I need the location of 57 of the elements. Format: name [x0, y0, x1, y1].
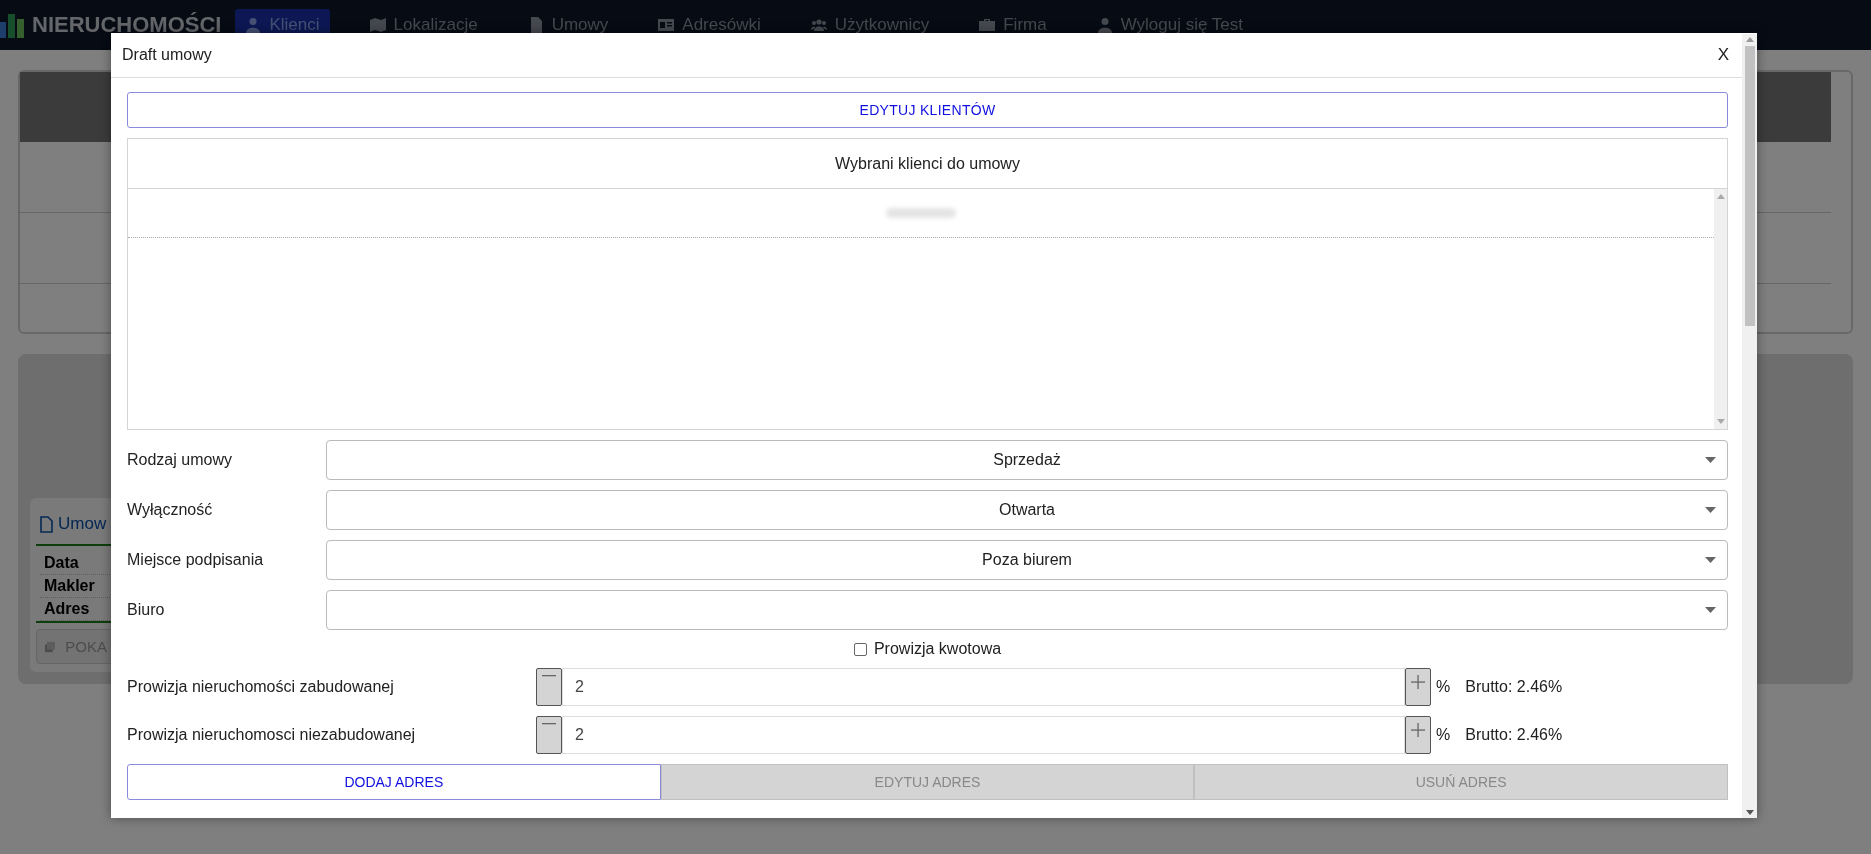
number-input[interactable]: 2	[562, 668, 1405, 706]
blurred-name	[886, 208, 956, 218]
select-field[interactable]: Otwarta	[326, 490, 1728, 530]
nav-link[interactable]: Użytkownicy	[800, 9, 940, 41]
gross-value: Brutto: 2.46%	[1465, 678, 1563, 696]
nav-link[interactable]: Lokalizacje	[359, 9, 488, 41]
caret-icon	[1705, 557, 1716, 563]
minus-icon	[542, 675, 556, 677]
caret-icon	[1705, 457, 1716, 463]
field-label: Miejsce podpisania	[127, 551, 265, 569]
scroll-up-icon[interactable]	[1745, 36, 1754, 42]
scroll-down-icon[interactable]	[1745, 810, 1754, 816]
nav-link[interactable]: Adresówki	[648, 9, 771, 41]
users-icon	[810, 17, 827, 33]
file-icon	[40, 515, 53, 533]
select-field[interactable]	[326, 590, 1728, 630]
field-label: Prowizja nieruchomosci niezabudowanej	[127, 726, 417, 744]
gross-value: Brutto: 2.46%	[1465, 726, 1563, 744]
checkbox[interactable]	[853, 642, 867, 656]
nav-link[interactable]: Umowy	[517, 9, 619, 41]
unit-label: %	[1436, 678, 1451, 696]
briefcase-icon	[979, 17, 996, 33]
plus-icon	[1411, 675, 1425, 689]
caret-icon	[1705, 607, 1716, 613]
field-label: Wyłączność	[127, 501, 214, 519]
select-field[interactable]: Sprzedaż	[326, 440, 1728, 480]
select-field[interactable]: Poza biurem	[326, 540, 1728, 580]
scroll-up-icon[interactable]	[1716, 193, 1725, 199]
unit-label: %	[1436, 726, 1451, 744]
user-icon	[1096, 17, 1113, 33]
list-header: Wybrani klienci do umowy	[128, 139, 1727, 189]
decrement-button[interactable]	[536, 668, 562, 706]
edit-clients-button[interactable]: EDYTUJ KLIENTÓW	[127, 92, 1728, 128]
map-icon	[369, 17, 386, 33]
number-input[interactable]: 2	[562, 716, 1405, 754]
minus-icon	[542, 723, 556, 725]
nav-link[interactable]: Firma	[969, 9, 1057, 41]
checkbox-label: Prowizja kwotowa	[873, 640, 1002, 658]
address-button[interactable]: DODAJ ADRES	[127, 764, 661, 800]
dialog-title: Draft umowy	[122, 46, 212, 64]
buildings-icon	[0, 12, 24, 38]
scroll-thumb[interactable]	[1744, 46, 1755, 326]
caret-icon	[1705, 507, 1716, 513]
field-label: Biuro	[127, 601, 166, 619]
id-card-icon	[658, 17, 675, 33]
close-button[interactable]: X	[1711, 44, 1735, 66]
scrollbar[interactable]	[1714, 189, 1727, 429]
nav-link[interactable]: Wyloguj się Test	[1086, 9, 1254, 41]
increment-button[interactable]	[1405, 716, 1431, 754]
card-title[interactable]: Umow	[58, 514, 107, 534]
user-icon	[245, 17, 262, 33]
scrollbar[interactable]	[1742, 34, 1757, 818]
increment-button[interactable]	[1405, 668, 1431, 706]
plus-icon	[1411, 723, 1425, 737]
field-label: Prowizja nieruchomości zabudowanej	[127, 678, 395, 696]
field-label: Rodzaj umowy	[127, 451, 233, 469]
decrement-button[interactable]	[536, 716, 562, 754]
